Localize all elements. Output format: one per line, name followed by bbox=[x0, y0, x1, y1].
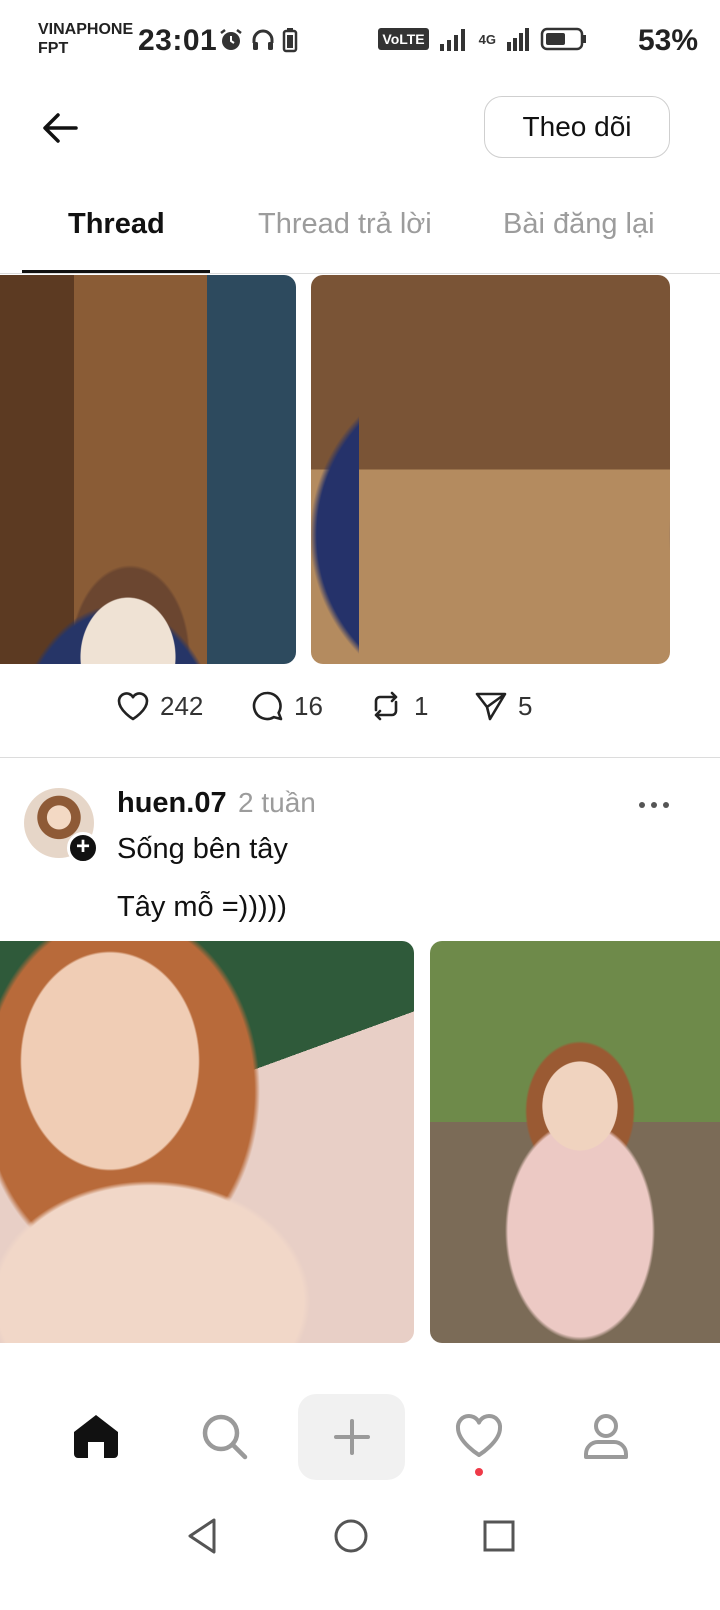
comment-count: 16 bbox=[294, 690, 323, 721]
notification-dot bbox=[475, 1468, 483, 1476]
post-photo[interactable] bbox=[0, 941, 414, 1343]
tab-replies[interactable]: Thread trả lời bbox=[258, 208, 432, 241]
headphones-icon bbox=[252, 29, 274, 50]
repost-count: 1 bbox=[414, 690, 429, 721]
post-photo[interactable] bbox=[0, 275, 296, 664]
nav-create[interactable] bbox=[298, 1394, 405, 1480]
bottom-navigation bbox=[0, 1386, 720, 1492]
system-recents-button[interactable] bbox=[469, 1506, 529, 1566]
search-icon bbox=[202, 1414, 248, 1460]
carrier-line-2: FPT bbox=[38, 40, 69, 57]
system-back-button[interactable] bbox=[172, 1506, 232, 1566]
alarm-icon bbox=[220, 29, 242, 50]
carrier-line-1: VINAPHONE bbox=[38, 21, 134, 38]
post-text-line: Tây mỗ =))))) bbox=[117, 891, 287, 923]
post-divider bbox=[0, 757, 720, 758]
user-icon bbox=[584, 1414, 628, 1459]
volte-badge: VoLTE bbox=[378, 28, 429, 50]
status-icons-left bbox=[218, 27, 298, 53]
triangle-back-icon bbox=[188, 1518, 216, 1554]
heart-icon bbox=[117, 692, 149, 721]
tab-threads[interactable]: Thread bbox=[68, 208, 165, 241]
arrow-left-icon bbox=[43, 113, 78, 143]
nav-search[interactable] bbox=[174, 1386, 274, 1486]
system-navigation-bar bbox=[0, 1492, 720, 1610]
follow-plus-icon[interactable]: + bbox=[67, 832, 99, 864]
active-tab-indicator bbox=[22, 270, 210, 273]
battery-percent: 53% bbox=[637, 24, 698, 57]
nav-profile[interactable] bbox=[556, 1386, 656, 1486]
more-horizontal-icon bbox=[639, 802, 669, 808]
signal-icon bbox=[439, 29, 465, 51]
send-icon bbox=[475, 692, 507, 721]
comment-button[interactable]: 16 bbox=[250, 690, 323, 722]
circle-home-icon bbox=[334, 1519, 368, 1553]
post-text-line: Sống bên tây bbox=[117, 833, 288, 865]
follow-button[interactable]: Theo dõi bbox=[484, 96, 670, 158]
repost-icon bbox=[374, 691, 398, 721]
network-type: 4G bbox=[478, 31, 496, 47]
back-button[interactable] bbox=[38, 106, 82, 150]
more-options-button[interactable] bbox=[632, 790, 676, 820]
square-recents-icon bbox=[483, 1520, 515, 1552]
home-icon bbox=[74, 1415, 118, 1458]
post-actions: 242 16 1 5 bbox=[0, 690, 720, 732]
heart-icon bbox=[455, 1413, 503, 1457]
comment-icon bbox=[252, 691, 283, 721]
profile-tabs: Thread Thread trả lời Bài đăng lại bbox=[0, 196, 720, 274]
plus-icon bbox=[333, 1419, 370, 1455]
repost-button[interactable]: 1 bbox=[368, 690, 428, 722]
status-icons-right: VoLTE 4G bbox=[378, 26, 668, 52]
status-clock: 23:01 bbox=[138, 24, 218, 57]
share-count: 5 bbox=[518, 690, 533, 721]
like-button[interactable]: 242 bbox=[116, 690, 203, 722]
like-count: 242 bbox=[160, 690, 204, 721]
share-button[interactable]: 5 bbox=[474, 690, 532, 722]
carrier-name: VINAPHONE FPT bbox=[38, 20, 133, 58]
battery-saver-icon bbox=[282, 28, 298, 53]
post-photo[interactable] bbox=[311, 275, 670, 664]
battery-icon bbox=[540, 27, 586, 51]
system-home-button[interactable] bbox=[321, 1506, 381, 1566]
tab-reposts[interactable]: Bài đăng lại bbox=[503, 208, 655, 241]
signal-icon-2 bbox=[507, 28, 529, 51]
post-time: 2 tuần bbox=[238, 787, 316, 818]
nav-home[interactable] bbox=[46, 1386, 146, 1486]
post-photo[interactable] bbox=[430, 941, 720, 1343]
post-username[interactable]: huen.07 bbox=[117, 787, 227, 820]
status-bar: VINAPHONE FPT 23:01 VoLTE 4G 53% bbox=[0, 0, 720, 84]
